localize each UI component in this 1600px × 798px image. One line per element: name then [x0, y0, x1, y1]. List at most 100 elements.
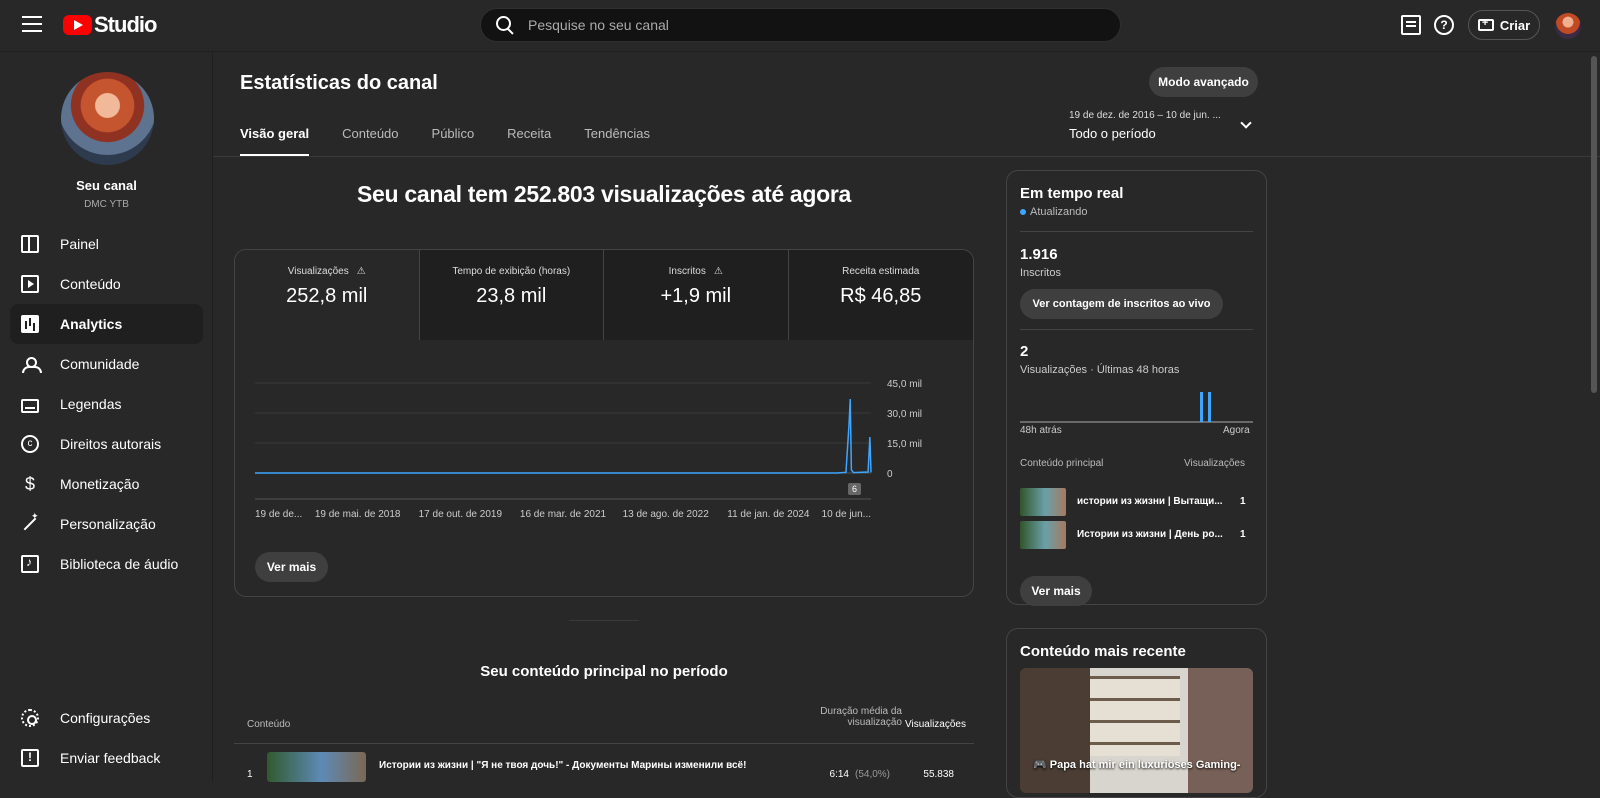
realtime-status-text: Atualizando [1030, 206, 1088, 218]
row-views: 55.838 [923, 769, 954, 780]
top-content-title: Seu conteúdo principal no período [480, 663, 728, 680]
video-views: 1 [1240, 496, 1246, 507]
sidebar-item-label: Conteúdo [60, 276, 121, 292]
menu-icon[interactable] [22, 16, 42, 34]
scrollbar[interactable] [1591, 56, 1597, 393]
sidebar-item-direitos-autorais[interactable]: c Direitos autorais [10, 424, 203, 464]
audio-library-icon [21, 555, 39, 573]
metric-revenue[interactable]: Receita estimada R$ 46,85 [788, 250, 973, 340]
warning-icon: ⚠ [713, 266, 723, 277]
comments-icon[interactable] [1401, 15, 1421, 35]
y-tick-label: 45,0 mil [887, 379, 922, 390]
copyright-icon: c [21, 435, 39, 453]
video-thumbnail[interactable] [267, 752, 366, 782]
table-row[interactable]: 1 Истории из жизни | "Я не твоя дочь!" -… [234, 752, 974, 782]
sidebar-item-conteudo[interactable]: Conteúdo [10, 264, 203, 304]
sidebar-item-label: Analytics [60, 316, 123, 332]
y-tick-label: 0 [887, 469, 893, 480]
metric-label: Receita estimada [842, 266, 920, 277]
metric-value: R$ 46,85 [840, 285, 922, 307]
metric-subscribers[interactable]: Inscritos ⚠ +1,9 mil [604, 250, 789, 340]
list-item[interactable]: истории из жизни | Вытащи... 1 [1020, 488, 1253, 516]
chevron-down-icon[interactable] [1240, 117, 1252, 129]
tab-tendencias[interactable]: Tendências [584, 126, 650, 156]
dollar-icon: $ [24, 474, 35, 494]
divider [1020, 329, 1253, 330]
realtime-views-label: Visualizações · Últimas 48 horas [1020, 364, 1180, 376]
dashboard-icon [21, 235, 39, 253]
sidebar-item-biblioteca-audio[interactable]: Biblioteca de áudio [10, 544, 203, 584]
x-tick-label: 19 de de... [255, 509, 302, 520]
sidebar-item-label: Comunidade [60, 356, 140, 372]
metric-value: +1,9 mil [660, 285, 732, 307]
realtime-view-more-button[interactable]: Ver mais [1020, 576, 1092, 606]
thumbnail-shelf [1090, 676, 1180, 756]
top-content-table-header: Conteúdo Duração média da visualização V… [247, 706, 977, 732]
live-subscriber-count-button[interactable]: Ver contagem de inscritos ao vivo [1020, 289, 1223, 319]
duration-value: 6:14 [829, 769, 849, 780]
list-item[interactable]: Истории из жизни | День ро... 1 [1020, 521, 1253, 549]
column-avg-duration-line2: visualização [847, 717, 902, 728]
sidebar-item-legendas[interactable]: Legendas [10, 384, 203, 424]
column-avg-duration[interactable]: Duração média da visualização [787, 706, 902, 728]
video-title[interactable]: Истории из жизни | "Я не твоя дочь!" - Д… [379, 760, 769, 771]
settings-icon [21, 709, 39, 727]
video-views: 1 [1240, 529, 1246, 540]
sidebar-item-configuracoes[interactable]: Configurações [10, 698, 203, 738]
sidebar-item-label: Biblioteca de áudio [60, 556, 179, 572]
tab-receita[interactable]: Receita [507, 126, 551, 156]
axis-label-start: 48h atrás [1020, 425, 1062, 436]
metric-watch-time[interactable]: Tempo de exibição (horas) 23,8 mil [419, 250, 604, 340]
video-thumbnail[interactable] [1020, 521, 1066, 549]
sidebar-item-label: Legendas [60, 396, 122, 412]
realtime-bar-chart[interactable] [1020, 381, 1253, 423]
studio-logo[interactable]: Studio [63, 12, 157, 38]
video-title: Истории из жизни | День ро... [1077, 529, 1223, 540]
tab-visao-geral[interactable]: Visão geral [240, 126, 310, 156]
metric-label: Inscritos ⚠ [604, 266, 788, 277]
account-avatar[interactable] [1555, 13, 1581, 39]
views-line-chart[interactable]: 0 15,0 mil 30,0 mil 45,0 mil 19 de de... 19 d… [235, 340, 974, 530]
sidebar-item-personalizacao[interactable]: Personalização [10, 504, 203, 544]
top-bar: Studio ? Criar [0, 0, 1600, 52]
create-video-icon [1477, 17, 1494, 31]
sidebar-item-analytics[interactable]: Analytics [10, 304, 203, 344]
column-avg-duration-line1: Duração média da [820, 706, 902, 717]
channel-avatar[interactable] [61, 72, 154, 165]
search-input[interactable] [528, 17, 1088, 33]
view-more-button[interactable]: Ver mais [255, 552, 328, 582]
create-button[interactable]: Criar [1468, 10, 1540, 40]
feedback-icon [21, 749, 39, 767]
realtime-status: Atualizando [1020, 206, 1088, 218]
advanced-mode-button[interactable]: Modo avançado [1149, 67, 1258, 97]
analytics-main: Estatísticas do canal Modo avançado 19 d… [213, 52, 1600, 798]
tab-conteudo[interactable]: Conteúdo [342, 126, 398, 156]
channel-handle: DMC YTB [84, 199, 129, 210]
sidebar-item-enviar-feedback[interactable]: Enviar feedback [10, 738, 203, 778]
table-divider [234, 743, 974, 744]
column-views[interactable]: Visualizações [900, 719, 966, 730]
sidebar-item-painel[interactable]: Painel [10, 224, 203, 264]
latest-video-title: 🎮 Papa hat mir ein luxuriöses Gaming- [1033, 759, 1241, 771]
sidebar-item-monetizacao[interactable]: $ Monetização [10, 464, 203, 504]
sidebar-item-comunidade[interactable]: Comunidade [10, 344, 203, 384]
metric-views[interactable]: Visualizações ⚠ 252,8 mil [235, 250, 420, 340]
tab-publico[interactable]: Público [432, 126, 475, 156]
date-range-selector[interactable]: 19 de dez. de 2016 – 10 de jun. ... Todo… [1069, 110, 1221, 141]
sidebar-item-label: Personalização [60, 516, 156, 532]
x-tick-label: 10 de jun... [822, 509, 871, 520]
latest-content-card: Conteúdo mais recente 🎮 Papa hat mir ein… [1006, 628, 1267, 798]
realtime-views-count: 2 [1020, 343, 1029, 360]
overview-headline: Seu canal tem 252.803 visualizações até … [356, 181, 852, 207]
subtitles-icon [21, 399, 39, 413]
latest-video-thumbnail[interactable]: 🎮 Papa hat mir ein luxuriöses Gaming- [1020, 668, 1253, 793]
sidebar-item-label: Direitos autorais [60, 436, 162, 452]
metric-label-text: Inscritos [668, 266, 706, 277]
sidebar-item-label: Enviar feedback [60, 750, 161, 766]
search-icon [495, 15, 515, 35]
video-thumbnail[interactable] [1020, 488, 1066, 516]
row-rank: 1 [247, 769, 253, 780]
search-bar[interactable] [480, 8, 1121, 42]
help-icon[interactable]: ? [1434, 15, 1454, 35]
sidebar-item-label: Monetização [60, 476, 140, 492]
